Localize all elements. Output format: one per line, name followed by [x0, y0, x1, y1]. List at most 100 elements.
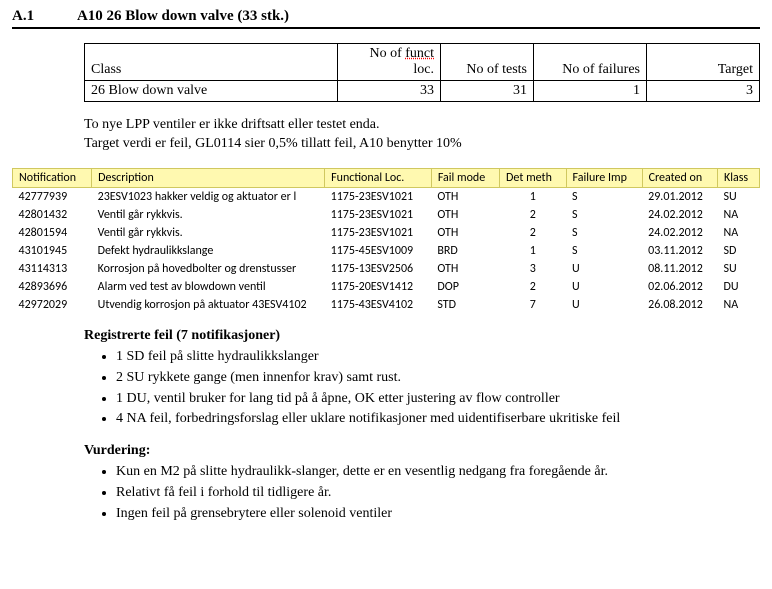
list-item: 4 NA feil, forbedringsforslag eller ukla…: [116, 410, 760, 429]
cell-failmode: STD: [431, 296, 499, 314]
list-item: 1 DU, ventil bruker for lang tid på å åp…: [116, 390, 760, 409]
note-line-1: To nye LPP ventiler er ikke driftsatt el…: [84, 117, 380, 132]
th-target: Target: [647, 44, 760, 81]
cell-description: Defekt hydraulikkslange: [92, 242, 325, 260]
list-item: Kun en M2 på slitte hydraulikk-slanger, …: [116, 463, 760, 482]
cell-klass: NA: [718, 224, 760, 242]
cell-failmode: OTH: [431, 187, 499, 206]
cell-created: 03.11.2012: [642, 242, 717, 260]
cell-detmeth: 2: [500, 224, 566, 242]
table-row: 43114313Korrosjon på hovedbolter og dren…: [13, 260, 760, 278]
cell-failmode: OTH: [431, 224, 499, 242]
cell-klass: NA: [718, 206, 760, 224]
section-heading: A.1 A10 26 Blow down valve (33 stk.): [12, 8, 760, 29]
cell-created: 24.02.2012: [642, 224, 717, 242]
cell-description: Alarm ved test av blowdown ventil: [92, 278, 325, 296]
cell-failmode: OTH: [431, 206, 499, 224]
cell-created: 26.08.2012: [642, 296, 717, 314]
cell-detmeth: 2: [500, 278, 566, 296]
cell-failureimp: S: [566, 187, 642, 206]
cell-funcloc: 1175-20ESV1412: [325, 278, 432, 296]
cell-funct-loc: 33: [338, 81, 441, 102]
cell-description: 23ESV1023 hakker veldig og aktuator er l: [92, 187, 325, 206]
cell-klass: SU: [718, 187, 760, 206]
list-item: Relativt få feil i forhold til tidligere…: [116, 484, 760, 503]
cell-description: Utvendig korrosjon på aktuator 43ESV4102: [92, 296, 325, 314]
note-paragraph: To nye LPP ventiler er ikke driftsatt el…: [84, 116, 760, 154]
th-funct-loc: No of funct loc.: [338, 44, 441, 81]
cell-notification: 42893696: [13, 278, 92, 296]
list-item: 2 SU rykkete gange (men innenfor krav) s…: [116, 369, 760, 388]
list-item: 1 SD feil på slitte hydraulikkslanger: [116, 348, 760, 367]
cell-failmode: OTH: [431, 260, 499, 278]
cell-notification: 43101945: [13, 242, 92, 260]
cell-failureimp: U: [566, 296, 642, 314]
dth-detmeth: Det meth: [500, 168, 566, 187]
cell-funcloc: 1175-45ESV1009: [325, 242, 432, 260]
cell-tests: 31: [441, 81, 534, 102]
dth-created: Created on: [642, 168, 717, 187]
cell-target: 3: [647, 81, 760, 102]
cell-failures: 1: [534, 81, 647, 102]
cell-detmeth: 2: [500, 206, 566, 224]
summary-table: Class No of funct loc. No of tests No of…: [84, 43, 760, 102]
cell-notification: 43114313: [13, 260, 92, 278]
cell-funcloc: 1175-23ESV1021: [325, 224, 432, 242]
cell-funcloc: 1175-23ESV1021: [325, 187, 432, 206]
vurd-heading: Vurdering:: [84, 443, 760, 459]
cell-created: 08.11.2012: [642, 260, 717, 278]
vurd-list: Kun en M2 på slitte hydraulikk-slanger, …: [84, 463, 760, 524]
cell-created: 02.06.2012: [642, 278, 717, 296]
data-table: Notification Description Functional Loc.…: [12, 168, 760, 314]
table-row: 42801594Ventil går rykkvis.1175-23ESV102…: [13, 224, 760, 242]
cell-failmode: BRD: [431, 242, 499, 260]
cell-notification: 42801594: [13, 224, 92, 242]
table-row: 42972029Utvendig korrosjon på aktuator 4…: [13, 296, 760, 314]
dth-failureimp: Failure Imp: [566, 168, 642, 187]
cell-detmeth: 7: [500, 296, 566, 314]
dth-notification: Notification: [13, 168, 92, 187]
cell-notification: 42801432: [13, 206, 92, 224]
cell-description: Ventil går rykkvis.: [92, 224, 325, 242]
note-line-2: Target verdi er feil, GL0114 sier 0,5% t…: [84, 136, 462, 151]
dth-funcloc: Functional Loc.: [325, 168, 432, 187]
cell-klass: SD: [718, 242, 760, 260]
cell-detmeth: 1: [500, 242, 566, 260]
cell-failureimp: S: [566, 242, 642, 260]
cell-failureimp: S: [566, 206, 642, 224]
cell-detmeth: 3: [500, 260, 566, 278]
reg-heading: Registrerte feil (7 notifikasjoner): [84, 328, 760, 344]
dth-klass: Klass: [718, 168, 760, 187]
th-class: Class: [85, 44, 338, 81]
cell-funcloc: 1175-23ESV1021: [325, 206, 432, 224]
table-row: 42801432Ventil går rykkvis.1175-23ESV102…: [13, 206, 760, 224]
cell-failureimp: U: [566, 278, 642, 296]
cell-notification: 42777939: [13, 187, 92, 206]
dth-description: Description: [92, 168, 325, 187]
cell-notification: 42972029: [13, 296, 92, 314]
section-title: A10 26 Blow down valve (33 stk.): [77, 8, 289, 24]
cell-description: Ventil går rykkvis.: [92, 206, 325, 224]
th-tests: No of tests: [441, 44, 534, 81]
cell-failureimp: S: [566, 224, 642, 242]
cell-klass: NA: [718, 296, 760, 314]
th-failures: No of failures: [534, 44, 647, 81]
cell-klass: DU: [718, 278, 760, 296]
cell-detmeth: 1: [500, 187, 566, 206]
cell-class: 26 Blow down valve: [85, 81, 338, 102]
cell-failmode: DOP: [431, 278, 499, 296]
reg-list: 1 SD feil på slitte hydraulikkslanger 2 S…: [84, 348, 760, 430]
cell-funcloc: 1175-43ESV4102: [325, 296, 432, 314]
summary-row: 26 Blow down valve 33 31 1 3: [85, 81, 760, 102]
cell-created: 29.01.2012: [642, 187, 717, 206]
list-item: Ingen feil på grensebrytere eller soleno…: [116, 505, 760, 524]
cell-failureimp: U: [566, 260, 642, 278]
cell-funcloc: 1175-13ESV2506: [325, 260, 432, 278]
dth-failmode: Fail mode: [431, 168, 499, 187]
cell-created: 24.02.2012: [642, 206, 717, 224]
cell-description: Korrosjon på hovedbolter og drenstusser: [92, 260, 325, 278]
table-row: 4277793923ESV1023 hakker veldig og aktua…: [13, 187, 760, 206]
table-row: 42893696Alarm ved test av blowdown venti…: [13, 278, 760, 296]
table-row: 43101945Defekt hydraulikkslange1175-45ES…: [13, 242, 760, 260]
cell-klass: SU: [718, 260, 760, 278]
